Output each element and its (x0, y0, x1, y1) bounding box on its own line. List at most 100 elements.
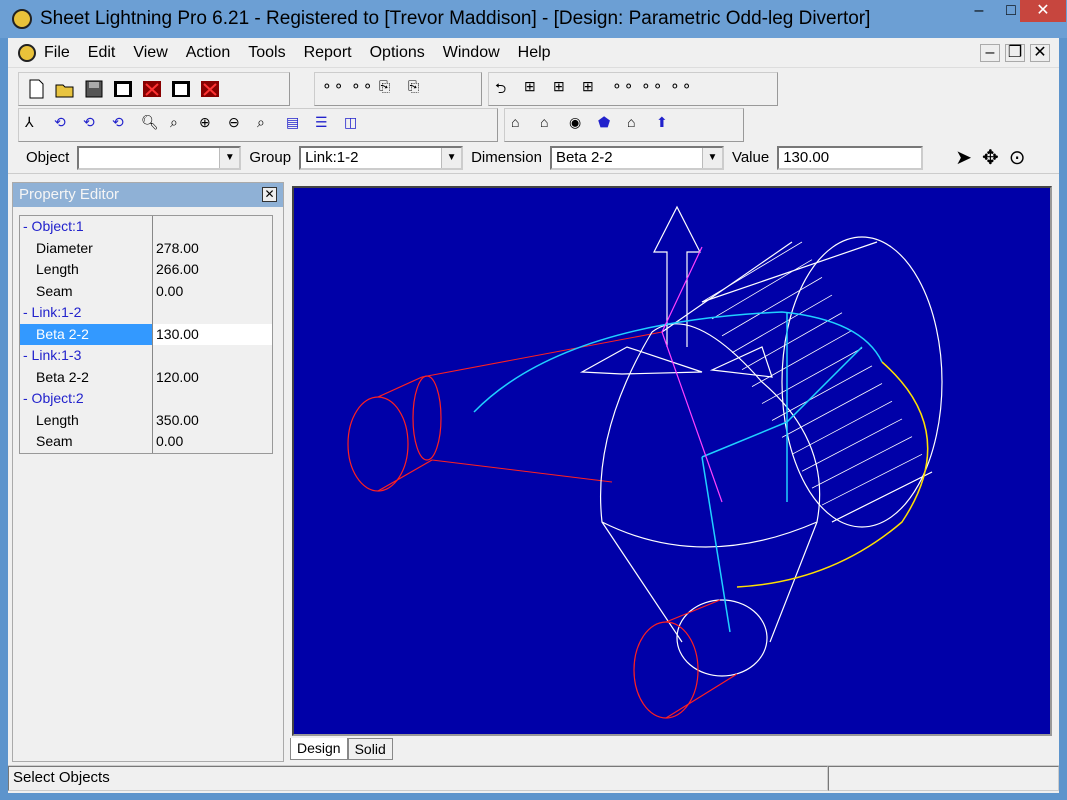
view-icon[interactable] (112, 78, 134, 100)
node2-icon[interactable]: ⚬⚬ (640, 78, 662, 100)
axis-icon[interactable]: ⅄ (25, 114, 47, 136)
open-icon[interactable] (54, 78, 76, 100)
menu-file[interactable]: File (44, 44, 70, 62)
mdi-close-button[interactable]: ✕ (1030, 44, 1050, 62)
hatch-line (712, 260, 812, 319)
property-row[interactable]: - Object:2 (20, 388, 272, 410)
object-select[interactable]: ▼ (77, 146, 241, 170)
view2-icon[interactable] (170, 78, 192, 100)
link-icon[interactable]: ⚬⚬ (321, 78, 343, 100)
property-row[interactable]: - Object:1 (20, 216, 272, 238)
render-toolbar: ⌂ ⌂ ◉ ⬟ ⌂ ⬆ (504, 108, 744, 142)
paste-icon[interactable]: ⎘ (408, 78, 430, 100)
mdi-minimize-button[interactable]: ‒ (980, 44, 1000, 62)
property-row[interactable]: Length266.00 (20, 259, 272, 281)
tree3-icon[interactable]: ⊞ (582, 78, 604, 100)
close-button[interactable]: ✕ (1020, 0, 1066, 22)
node1-icon[interactable]: ⚬⚬ (611, 78, 633, 100)
zoom-icon[interactable]: 🔍︎ (141, 114, 163, 136)
menu-tools[interactable]: Tools (248, 44, 285, 62)
property-row[interactable]: Seam0.00 (20, 431, 272, 453)
property-value[interactable]: 0.00 (153, 431, 272, 453)
doc-icon (18, 44, 36, 62)
cascade-icon[interactable]: ▤ (286, 114, 308, 136)
solid-shape-icon[interactable]: ⬆ (656, 114, 678, 136)
zoom-extents-icon[interactable]: ⌕ (257, 114, 279, 136)
copy-icon[interactable]: ⎘ (379, 78, 401, 100)
property-value[interactable]: 278.00 (153, 238, 272, 260)
orbit-icon[interactable]: ⊙ (1009, 145, 1026, 170)
property-value[interactable] (153, 216, 272, 238)
hatch-line (782, 384, 882, 438)
property-name: Diameter (20, 238, 153, 260)
property-value[interactable]: 120.00 (153, 367, 272, 389)
menu-view[interactable]: View (133, 44, 167, 62)
new-icon[interactable] (25, 78, 47, 100)
property-row[interactable]: Length350.00 (20, 410, 272, 432)
zoom-out-icon[interactable]: ⊖ (228, 114, 250, 136)
property-value[interactable]: 0.00 (153, 281, 272, 303)
rotate-z-icon[interactable]: ⟲ (112, 114, 134, 136)
view-toolbar: ⅄ ⟲ ⟲ ⟲ 🔍︎ ⌕ ⊕ ⊖ ⌕ ▤ ☰ ◫ (18, 108, 498, 142)
object-toolbar: ⮌ ⊞ ⊞ ⊞ ⚬⚬ ⚬⚬ ⚬⚬ (488, 72, 778, 106)
rotate-y-icon[interactable]: ⟲ (83, 114, 105, 136)
tree1-icon[interactable]: ⊞ (524, 78, 546, 100)
menu-help[interactable]: Help (518, 44, 551, 62)
tab-solid[interactable]: Solid (348, 738, 393, 760)
property-row[interactable]: Diameter278.00 (20, 238, 272, 260)
view-tabs: Design Solid (290, 738, 393, 760)
property-value[interactable] (153, 388, 272, 410)
tab-design[interactable]: Design (290, 738, 348, 760)
property-row[interactable]: Beta 2-2120.00 (20, 367, 272, 389)
wire-house-icon[interactable]: ⌂ (511, 114, 533, 136)
property-row[interactable]: Beta 2-2130.00 (20, 324, 272, 346)
tile-horizontal-icon[interactable]: ☰ (315, 114, 337, 136)
menu-action[interactable]: Action (186, 44, 230, 62)
minimize-button[interactable]: ‒ (964, 0, 994, 24)
solid-house-icon[interactable]: ⌂ (540, 114, 562, 136)
property-value[interactable] (153, 345, 272, 367)
wire-cone-icon[interactable]: ◉ (569, 114, 591, 136)
wire-shape-icon[interactable]: ⌂ (627, 114, 649, 136)
property-value[interactable] (153, 302, 272, 324)
property-value[interactable]: 130.00 (153, 324, 272, 346)
delete-view2-icon[interactable] (199, 78, 221, 100)
menu-options[interactable]: Options (370, 44, 425, 62)
property-row[interactable]: Seam0.00 (20, 281, 272, 303)
hatch-line (732, 295, 832, 353)
client-area: File Edit View Action Tools Report Optio… (8, 38, 1059, 793)
chevron-down-icon[interactable]: ▼ (702, 148, 722, 168)
tree2-icon[interactable]: ⊞ (553, 78, 575, 100)
select-pointer-icon[interactable]: ➤ (955, 145, 972, 170)
rotate-x-icon[interactable]: ⟲ (54, 114, 76, 136)
app-icon (12, 9, 32, 29)
solid-cone-icon[interactable]: ⬟ (598, 114, 620, 136)
menu-report[interactable]: Report (304, 44, 352, 62)
dimension-select[interactable]: Beta 2-2▼ (550, 146, 724, 170)
save-icon[interactable] (83, 78, 105, 100)
property-value[interactable]: 350.00 (153, 410, 272, 432)
chevron-down-icon[interactable]: ▼ (219, 148, 239, 168)
insert-icon[interactable]: ⮌ (495, 78, 517, 100)
hatch-line (802, 419, 902, 471)
property-row[interactable]: - Link:1-3 (20, 345, 272, 367)
zoom-in-icon[interactable]: ⊕ (199, 114, 221, 136)
delete-view-icon[interactable] (141, 78, 163, 100)
chevron-down-icon[interactable]: ▼ (441, 148, 461, 168)
zoom-window-icon[interactable]: ⌕ (170, 114, 192, 136)
menu-window[interactable]: Window (443, 44, 500, 62)
up-arrow (582, 207, 772, 377)
menu-edit[interactable]: Edit (88, 44, 116, 62)
mdi-restore-button[interactable]: ❐ (1005, 44, 1025, 62)
tile-vertical-icon[interactable]: ◫ (344, 114, 366, 136)
unlink-icon[interactable]: ⚬⚬ (350, 78, 372, 100)
close-panel-icon[interactable]: ✕ (262, 187, 277, 202)
property-value[interactable]: 266.00 (153, 259, 272, 281)
value-label: Value (732, 149, 769, 166)
pan-icon[interactable]: ✥ (982, 145, 999, 170)
value-input[interactable]: 130.00 (777, 146, 923, 170)
property-row[interactable]: - Link:1-2 (20, 302, 272, 324)
group-select[interactable]: Link:1-2▼ (299, 146, 463, 170)
node3-icon[interactable]: ⚬⚬ (669, 78, 691, 100)
design-canvas[interactable] (292, 186, 1052, 736)
